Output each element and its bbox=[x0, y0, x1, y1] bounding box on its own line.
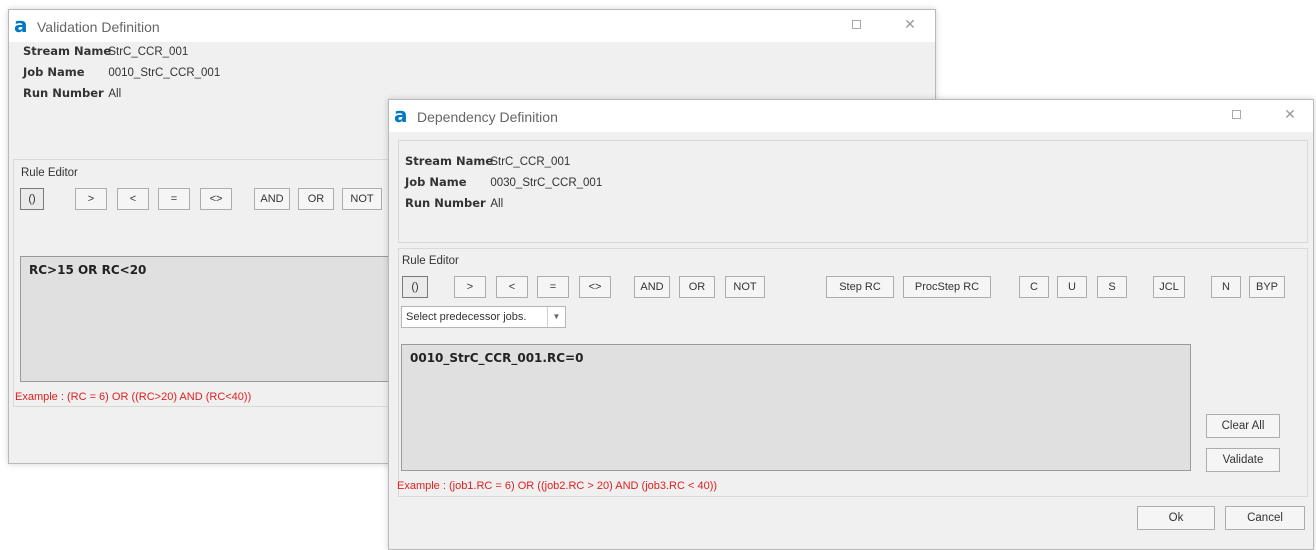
job-name-value: 0010_StrC_CCR_001 bbox=[108, 67, 221, 79]
stream-name-value: StrC_CCR_001 bbox=[490, 156, 571, 168]
parentheses-button[interactable]: () bbox=[20, 188, 44, 210]
maximize-icon[interactable] bbox=[1227, 106, 1245, 124]
not-button[interactable]: NOT bbox=[725, 276, 765, 298]
chevron-down-icon[interactable]: ▼ bbox=[547, 307, 565, 327]
job-name-row: Job Name 0010_StrC_CCR_001 bbox=[23, 62, 220, 83]
run-number-row: Run Number All bbox=[405, 193, 602, 214]
clear-all-button[interactable]: Clear All bbox=[1206, 414, 1280, 438]
dependency-definition-window: a Dependency Definition ✕ Stream Name St… bbox=[388, 99, 1314, 550]
title-bar[interactable]: a Dependency Definition ✕ bbox=[389, 100, 1313, 132]
stream-name-label: Stream Name bbox=[23, 44, 112, 58]
not-equal-button[interactable]: <> bbox=[200, 188, 232, 210]
run-number-label: Run Number bbox=[405, 196, 486, 210]
app-logo-icon: a bbox=[14, 13, 28, 37]
greater-than-button[interactable]: > bbox=[454, 276, 486, 298]
parentheses-button[interactable]: () bbox=[402, 276, 428, 298]
job-info: Stream Name StrC_CCR_001 Job Name 0030_S… bbox=[405, 151, 602, 214]
close-icon[interactable]: ✕ bbox=[901, 16, 919, 34]
s-button[interactable]: S bbox=[1097, 276, 1127, 298]
stream-name-row: Stream Name StrC_CCR_001 bbox=[23, 41, 220, 62]
maximize-icon[interactable] bbox=[847, 16, 865, 34]
not-equal-button[interactable]: <> bbox=[579, 276, 611, 298]
predecessor-jobs-select[interactable]: Select predecessor jobs. ▼ bbox=[401, 306, 566, 328]
ok-button[interactable]: Ok bbox=[1137, 506, 1215, 530]
equals-button[interactable]: = bbox=[158, 188, 190, 210]
job-name-row: Job Name 0030_StrC_CCR_001 bbox=[405, 172, 602, 193]
predecessor-jobs-placeholder: Select predecessor jobs. bbox=[406, 311, 527, 323]
stream-name-label: Stream Name bbox=[405, 154, 494, 168]
title-bar[interactable]: a Validation Definition ✕ bbox=[9, 10, 935, 42]
u-button[interactable]: U bbox=[1057, 276, 1087, 298]
cancel-button[interactable]: Cancel bbox=[1225, 506, 1305, 530]
run-number-row: Run Number All bbox=[23, 83, 220, 104]
c-button[interactable]: C bbox=[1019, 276, 1049, 298]
job-name-label: Job Name bbox=[23, 65, 85, 79]
greater-than-button[interactable]: > bbox=[75, 188, 107, 210]
example-text: Example : (RC = 6) OR ((RC>20) AND (RC<4… bbox=[15, 391, 252, 403]
and-button[interactable]: AND bbox=[254, 188, 290, 210]
byp-button[interactable]: BYP bbox=[1249, 276, 1285, 298]
run-number-label: Run Number bbox=[23, 86, 104, 100]
example-text: Example : (job1.RC = 6) OR ((job2.RC > 2… bbox=[397, 480, 718, 492]
stream-name-row: Stream Name StrC_CCR_001 bbox=[405, 151, 602, 172]
rule-editor-label: Rule Editor bbox=[21, 167, 78, 179]
or-button[interactable]: OR bbox=[298, 188, 334, 210]
close-icon[interactable]: ✕ bbox=[1281, 106, 1299, 124]
less-than-button[interactable]: < bbox=[117, 188, 149, 210]
rule-editor-label: Rule Editor bbox=[402, 255, 459, 267]
n-button[interactable]: N bbox=[1211, 276, 1241, 298]
stream-name-value: StrC_CCR_001 bbox=[108, 46, 189, 58]
not-button[interactable]: NOT bbox=[342, 188, 382, 210]
run-number-value: All bbox=[108, 88, 122, 100]
less-than-button[interactable]: < bbox=[496, 276, 528, 298]
equals-button[interactable]: = bbox=[537, 276, 569, 298]
job-name-label: Job Name bbox=[405, 175, 467, 189]
jcl-button[interactable]: JCL bbox=[1153, 276, 1185, 298]
step-rc-button[interactable]: Step RC bbox=[826, 276, 894, 298]
rule-text-box[interactable]: 0010_StrC_CCR_001.RC=0 bbox=[401, 344, 1191, 471]
window-title: Dependency Definition bbox=[417, 109, 558, 125]
and-button[interactable]: AND bbox=[634, 276, 670, 298]
job-info: Stream Name StrC_CCR_001 Job Name 0010_S… bbox=[23, 41, 220, 104]
app-logo-icon: a bbox=[394, 103, 408, 127]
procstep-rc-button[interactable]: ProcStep RC bbox=[903, 276, 991, 298]
or-button[interactable]: OR bbox=[679, 276, 715, 298]
job-name-value: 0030_StrC_CCR_001 bbox=[490, 177, 603, 189]
window-title: Validation Definition bbox=[37, 19, 160, 35]
validate-button[interactable]: Validate bbox=[1206, 448, 1280, 472]
run-number-value: All bbox=[490, 198, 504, 210]
